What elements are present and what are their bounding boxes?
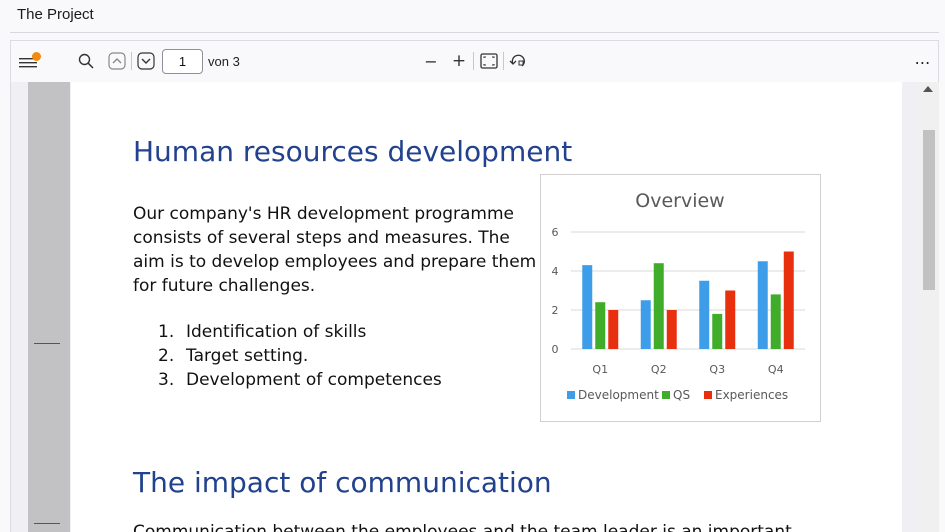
chart-title: Overview	[635, 190, 724, 212]
truncated-paragraph: Communication between the employees and …	[133, 522, 893, 532]
legend-swatch	[567, 391, 575, 399]
rotate-icon	[509, 54, 525, 67]
page-break-marker	[34, 523, 60, 524]
list-item: 1. Identification of skills	[158, 320, 442, 344]
legend-swatch	[662, 391, 670, 399]
bar-experiences	[666, 310, 677, 349]
x-tick-label: Q4	[768, 363, 784, 376]
legend-label: Experiences	[715, 388, 788, 402]
list-item: 3. Development of competences	[158, 368, 442, 392]
search-icon	[78, 53, 94, 69]
bar-development	[757, 261, 768, 349]
steps-list: 1. Identification of skills 2. Target sett…	[158, 320, 442, 392]
chevron-down-icon	[137, 52, 155, 70]
window-title: The Project	[17, 6, 94, 23]
overview-chart: Overview 0 2 4 6 Q1 Q2 Q3 Q4 Development QS Experie…	[540, 174, 821, 422]
paragraph-text: Communication between the employees and …	[133, 522, 792, 532]
zoom-in-button[interactable]: +	[451, 51, 467, 71]
intro-paragraph: Our company's HR development programme c…	[133, 204, 537, 296]
bar-experiences	[608, 310, 619, 349]
scrollbar-thumb[interactable]	[923, 130, 935, 290]
title-divider	[10, 32, 939, 33]
list-item-number: 2.	[158, 346, 175, 366]
list-item-text: Target setting.	[186, 346, 309, 366]
y-tick-label: 0	[552, 343, 559, 356]
legend-label: Development	[578, 388, 659, 402]
zoom-out-button[interactable]: −	[423, 51, 439, 71]
vertical-scrollbar[interactable]	[919, 82, 939, 532]
list-item-number: 3.	[158, 370, 175, 390]
list-item-text: Development of competences	[186, 370, 442, 390]
sidebar-menu-button[interactable]	[17, 52, 41, 72]
title-bar: The Project	[0, 0, 945, 33]
pdf-toolbar: 1 von 3 − + ⋯	[10, 40, 939, 82]
scroll-up-arrow-icon[interactable]	[923, 86, 933, 92]
bar-qs	[595, 302, 606, 349]
bar-experiences	[725, 290, 736, 349]
x-tick-label: Q2	[651, 363, 667, 376]
y-tick-label: 6	[552, 226, 559, 239]
bar-development	[699, 280, 710, 349]
x-tick-label: Q3	[709, 363, 725, 376]
section-heading: The impact of communication	[133, 466, 552, 499]
previous-page-button[interactable]	[108, 52, 126, 70]
ellipsis-icon: ⋯	[914, 52, 932, 72]
notification-dot	[32, 52, 41, 61]
page-count-label: von 3	[208, 54, 240, 69]
page-number-input[interactable]: 1	[162, 49, 203, 74]
bar-qs	[770, 294, 781, 349]
next-page-button[interactable]	[137, 52, 155, 70]
rotate-button[interactable]	[509, 52, 527, 70]
toolbar-separator	[473, 52, 474, 70]
chart-canvas: Overview 0 2 4 6 Q1 Q2 Q3 Q4 Development QS Experie…	[552, 190, 805, 402]
fit-to-page-icon	[480, 53, 498, 69]
page-break-marker	[34, 343, 60, 344]
minus-icon: −	[424, 51, 438, 71]
bar-development	[640, 300, 651, 349]
y-tick-label: 2	[552, 304, 559, 317]
legend-swatch	[704, 391, 712, 399]
more-options-button[interactable]: ⋯	[913, 52, 933, 72]
document-page: Human resources development Our company'…	[71, 82, 902, 532]
fit-page-button[interactable]	[480, 52, 498, 70]
page-gutter	[28, 82, 70, 532]
list-item: 2. Target setting.	[158, 344, 442, 368]
toolbar-separator	[131, 52, 132, 70]
bar-experiences	[783, 251, 794, 349]
legend-label: QS	[673, 388, 690, 402]
find-button[interactable]	[77, 52, 95, 70]
chevron-up-icon	[108, 52, 126, 70]
list-item-text: Identification of skills	[186, 322, 367, 342]
bar-qs	[712, 313, 723, 349]
bar-development	[582, 265, 593, 349]
plus-icon: +	[451, 51, 467, 71]
list-item-number: 1.	[158, 322, 175, 342]
y-tick-label: 4	[552, 265, 559, 278]
section-heading: Human resources development	[133, 135, 573, 168]
toolbar-separator	[503, 52, 504, 70]
bar-qs	[653, 263, 664, 349]
x-tick-label: Q1	[592, 363, 608, 376]
